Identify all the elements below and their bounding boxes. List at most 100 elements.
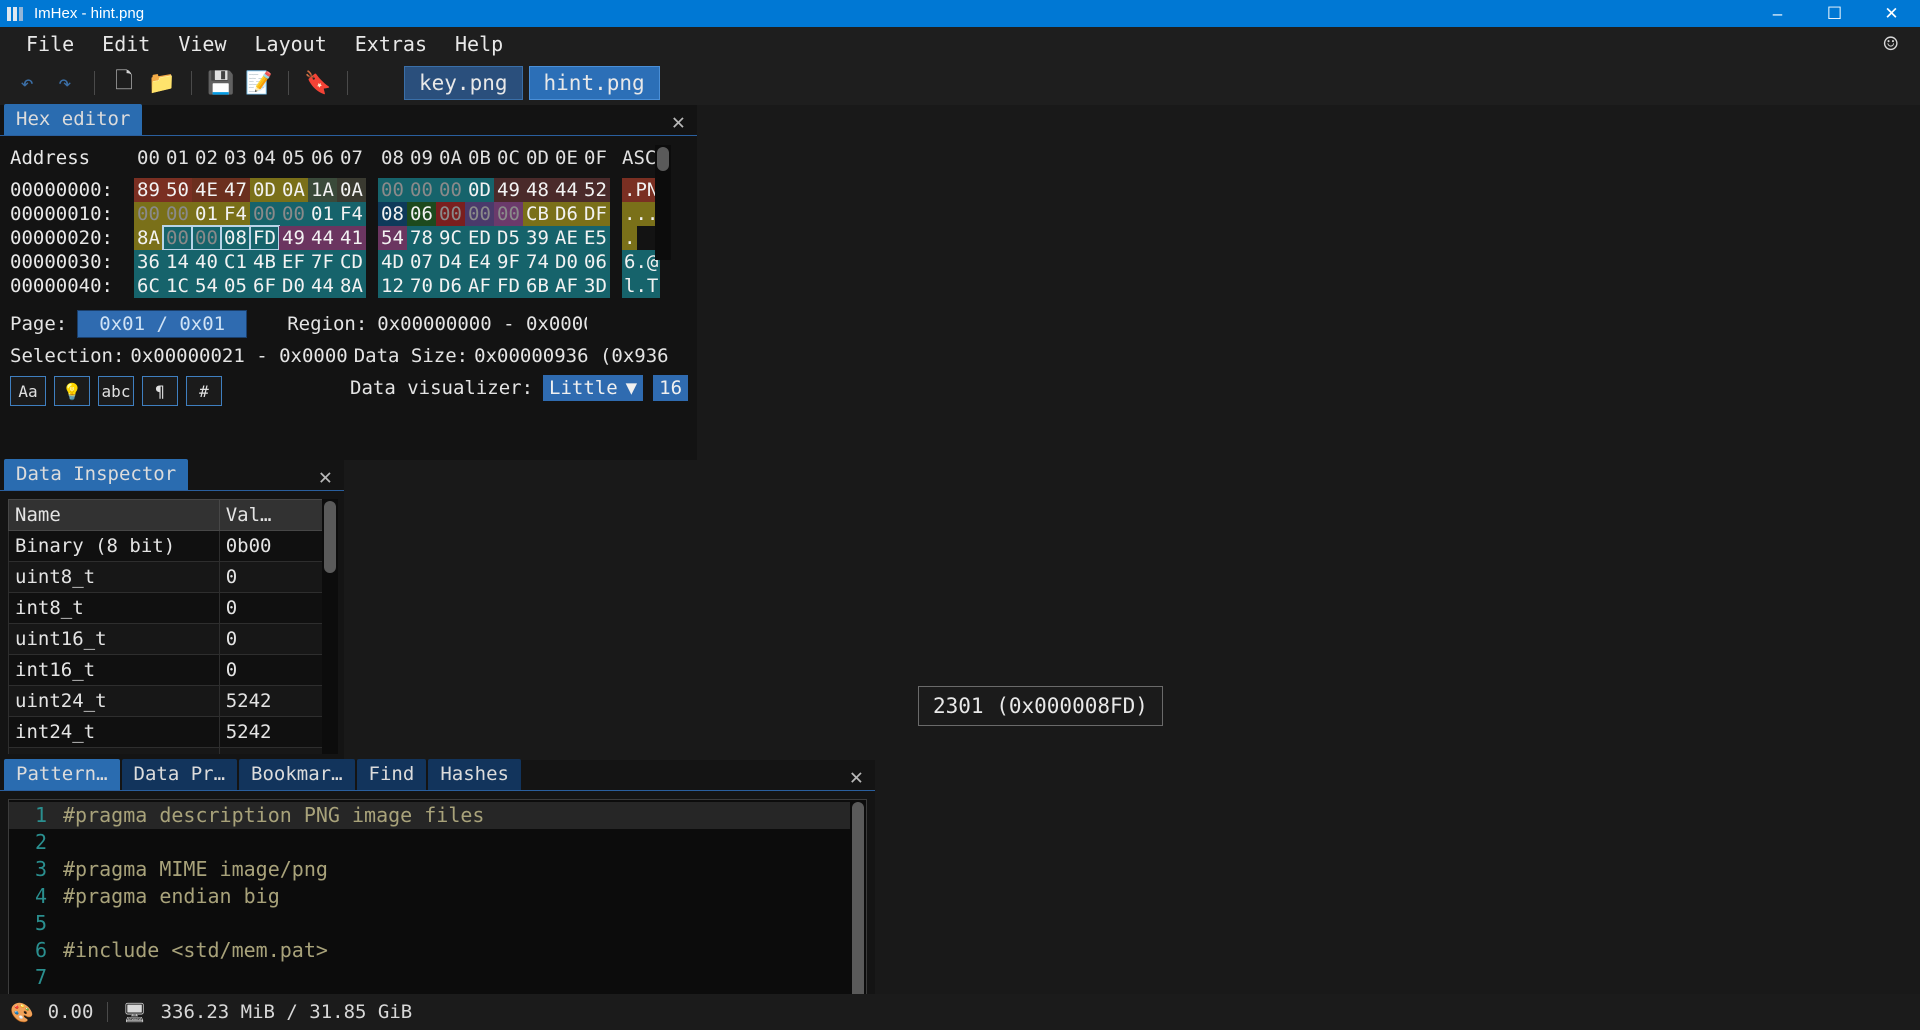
maximize-button[interactable]: ☐	[1806, 0, 1863, 27]
hex-byte[interactable]: D6	[436, 274, 465, 298]
hex-byte[interactable]: 78	[407, 226, 436, 250]
ascii-toggle-icon[interactable]: abc	[98, 376, 134, 406]
hex-editor-close-icon[interactable]: ✕	[660, 110, 697, 135]
hex-byte[interactable]: AF	[465, 274, 494, 298]
hex-vscrollbar[interactable]	[655, 145, 671, 260]
hex-byte[interactable]: 8A	[337, 274, 366, 298]
hex-byte[interactable]: 70	[407, 274, 436, 298]
tab-bookmarks[interactable]: Bookmar…	[239, 759, 355, 790]
data-inspector-row[interactable]: int16_t 0	[8, 654, 338, 686]
data-inspector-row[interactable]: uint16_t 0	[8, 623, 338, 655]
hex-byte[interactable]: 00	[163, 202, 192, 226]
hex-byte[interactable]: 05	[221, 274, 250, 298]
data-inspector-row[interactable]: uint8_t 0	[8, 561, 338, 593]
open-file-icon[interactable]: 📁	[145, 66, 179, 100]
hex-byte[interactable]: F4	[337, 202, 366, 226]
hex-byte[interactable]: 0D	[250, 178, 279, 202]
hex-byte[interactable]: D4	[436, 250, 465, 274]
hex-byte[interactable]: 12	[378, 274, 407, 298]
hex-byte[interactable]: FD	[249, 225, 280, 251]
chevron-down-icon[interactable]: ▼	[618, 377, 637, 399]
hex-byte[interactable]: 48	[523, 178, 552, 202]
hex-byte[interactable]: 50	[163, 178, 192, 202]
save-icon[interactable]: 💾	[204, 66, 238, 100]
hex-byte[interactable]: 00	[191, 225, 222, 251]
hex-byte[interactable]: 39	[523, 226, 552, 250]
pattern-editor-close-icon[interactable]: ✕	[838, 765, 875, 790]
hex-byte[interactable]: 00	[250, 202, 279, 226]
hex-byte[interactable]: 00	[162, 225, 193, 251]
hex-byte[interactable]: FD	[494, 274, 523, 298]
hex-byte[interactable]: 08	[378, 202, 407, 226]
hex-byte[interactable]: D0	[552, 250, 581, 274]
hex-byte[interactable]: 00	[436, 202, 465, 226]
hex-byte[interactable]: 89	[134, 178, 163, 202]
hex-byte[interactable]: 44	[552, 178, 581, 202]
redo-icon[interactable]: ↷	[48, 66, 82, 100]
palette-icon[interactable]: 🎨	[10, 1001, 34, 1024]
hex-byte[interactable]: 9C	[436, 226, 465, 250]
hex-rows[interactable]: 00000000: 89 50 4E 47 0D 0A 1A 0A 00 00 00 0D 49 48 44 5…	[10, 178, 697, 298]
hex-byte[interactable]: 14	[163, 250, 192, 274]
highlight-icon[interactable]: 💡	[54, 376, 90, 406]
hex-byte[interactable]: 0A	[337, 178, 366, 202]
data-inspector-row[interactable]: int8_t 0	[8, 592, 338, 624]
hex-byte[interactable]: 36	[134, 250, 163, 274]
hex-byte[interactable]: 6B	[523, 274, 552, 298]
file-tab-hint-png[interactable]: hint.png	[528, 66, 660, 100]
code-line[interactable]: 4 #pragma endian big	[9, 883, 866, 910]
hex-row[interactable]: 00000000: 89 50 4E 47 0D 0A 1A 0A 00 00 00 0D 49 48 44 5…	[10, 178, 697, 202]
hex-byte[interactable]: 1C	[163, 274, 192, 298]
menu-help[interactable]: Help	[441, 30, 517, 58]
hex-byte[interactable]: D0	[279, 274, 308, 298]
page-value[interactable]: 0x01 / 0x01	[77, 310, 248, 338]
hex-byte[interactable]: D5	[494, 226, 523, 250]
data-visualizer-select[interactable]: Little ▼	[543, 375, 644, 401]
hex-byte[interactable]: CB	[523, 202, 552, 226]
hex-byte[interactable]: 47	[221, 178, 250, 202]
hex-row[interactable]: 00000020: 8A 00 00 08 FD 49 44 41 54 78 9C ED D5 39 AE E…	[10, 225, 697, 251]
hex-byte[interactable]: 00	[134, 202, 163, 226]
hex-byte[interactable]: C1	[221, 250, 250, 274]
hex-byte[interactable]: 00	[279, 202, 308, 226]
tab-data-inspector[interactable]: Data Inspector	[4, 459, 189, 490]
code-line[interactable]: 6 #include <std/mem.pat>	[9, 937, 866, 964]
data-inspector-row[interactable]: int24_t 5242	[8, 716, 338, 748]
save-as-icon[interactable]: 📝	[242, 66, 276, 100]
data-inspector-row[interactable]: uint32_t4245	[8, 747, 338, 754]
code-line[interactable]: 1 #pragma description PNG image files	[9, 802, 866, 829]
hex-byte[interactable]: 4B	[250, 250, 279, 274]
hex-byte[interactable]: 06	[581, 250, 610, 274]
hex-byte[interactable]: 44	[308, 274, 337, 298]
hex-byte[interactable]: 3D	[581, 274, 610, 298]
hex-byte[interactable]: AF	[552, 274, 581, 298]
hex-byte[interactable]: 49	[494, 178, 523, 202]
hex-byte[interactable]: 6F	[250, 274, 279, 298]
hex-byte[interactable]: DF	[581, 202, 610, 226]
hex-ascii[interactable]: l.T	[622, 274, 661, 298]
hex-byte[interactable]: F4	[221, 202, 250, 226]
menu-file[interactable]: File	[12, 30, 88, 58]
hex-byte[interactable]: E4	[465, 250, 494, 274]
hex-byte[interactable]: 54	[378, 226, 407, 250]
hex-byte[interactable]: 0A	[279, 178, 308, 202]
di-col-value[interactable]: Val…	[218, 499, 338, 531]
minimize-button[interactable]: –	[1749, 0, 1806, 27]
data-inspector-row[interactable]: Binary (8 bit) 0b00	[8, 530, 338, 562]
data-visualizer-width[interactable]: 16	[653, 375, 689, 401]
menu-layout[interactable]: Layout	[241, 30, 341, 58]
tab-hex-editor[interactable]: Hex editor	[4, 104, 143, 135]
hex-byte[interactable]: ED	[465, 226, 494, 250]
close-button[interactable]: ✕	[1863, 0, 1920, 27]
hex-byte[interactable]: E5	[581, 226, 610, 250]
undo-icon[interactable]: ↶	[10, 66, 44, 100]
code-line[interactable]: 7	[9, 964, 866, 991]
grid-icon[interactable]: #	[186, 376, 222, 406]
paragraph-icon[interactable]: ¶	[142, 376, 178, 406]
hex-byte[interactable]: 44	[308, 226, 337, 250]
tab-pattern-editor[interactable]: Pattern…	[4, 759, 120, 790]
smiley-icon[interactable]: ☺	[1884, 30, 1920, 58]
tab-hashes[interactable]: Hashes	[428, 759, 521, 790]
tab-data-processor[interactable]: Data Pr…	[121, 759, 238, 790]
hex-byte[interactable]: 00	[436, 178, 465, 202]
